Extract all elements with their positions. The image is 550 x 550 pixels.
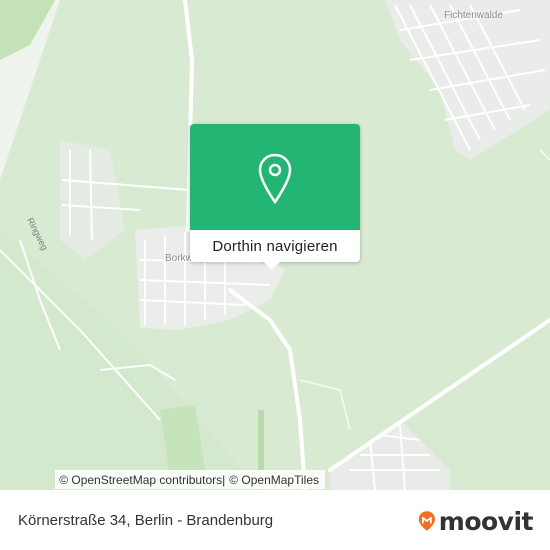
address-text: Körnerstraße 34, Berlin - Brandenburg	[18, 512, 274, 529]
navigate-there-button[interactable]: Dorthin navigieren	[190, 230, 360, 262]
map-pin-icon	[258, 153, 292, 205]
attribution-separator: |	[222, 472, 226, 487]
moovit-pin-icon	[418, 511, 435, 531]
osm-attribution-link[interactable]: © OpenStreetMap contributors	[59, 473, 222, 487]
moovit-wordmark: moovit	[438, 506, 534, 536]
footer-bar: Körnerstraße 34, Berlin - Brandenburg mo…	[0, 490, 550, 550]
map-attribution: © OpenStreetMap contributors | © OpenMap…	[55, 470, 325, 489]
openmaptiles-attribution-link[interactable]: © OpenMapTiles	[229, 473, 319, 487]
place-label-fichtenwalde: Fichtenwalde	[444, 10, 503, 21]
location-popup: Dorthin navigieren	[190, 124, 360, 262]
popup-pointer	[264, 262, 280, 270]
map-canvas[interactable]: Fichtenwalde Borkwalde Ringweg Dorthin n…	[0, 0, 550, 490]
moovit-logo[interactable]: moovit	[418, 506, 534, 536]
popup-header	[190, 124, 360, 230]
